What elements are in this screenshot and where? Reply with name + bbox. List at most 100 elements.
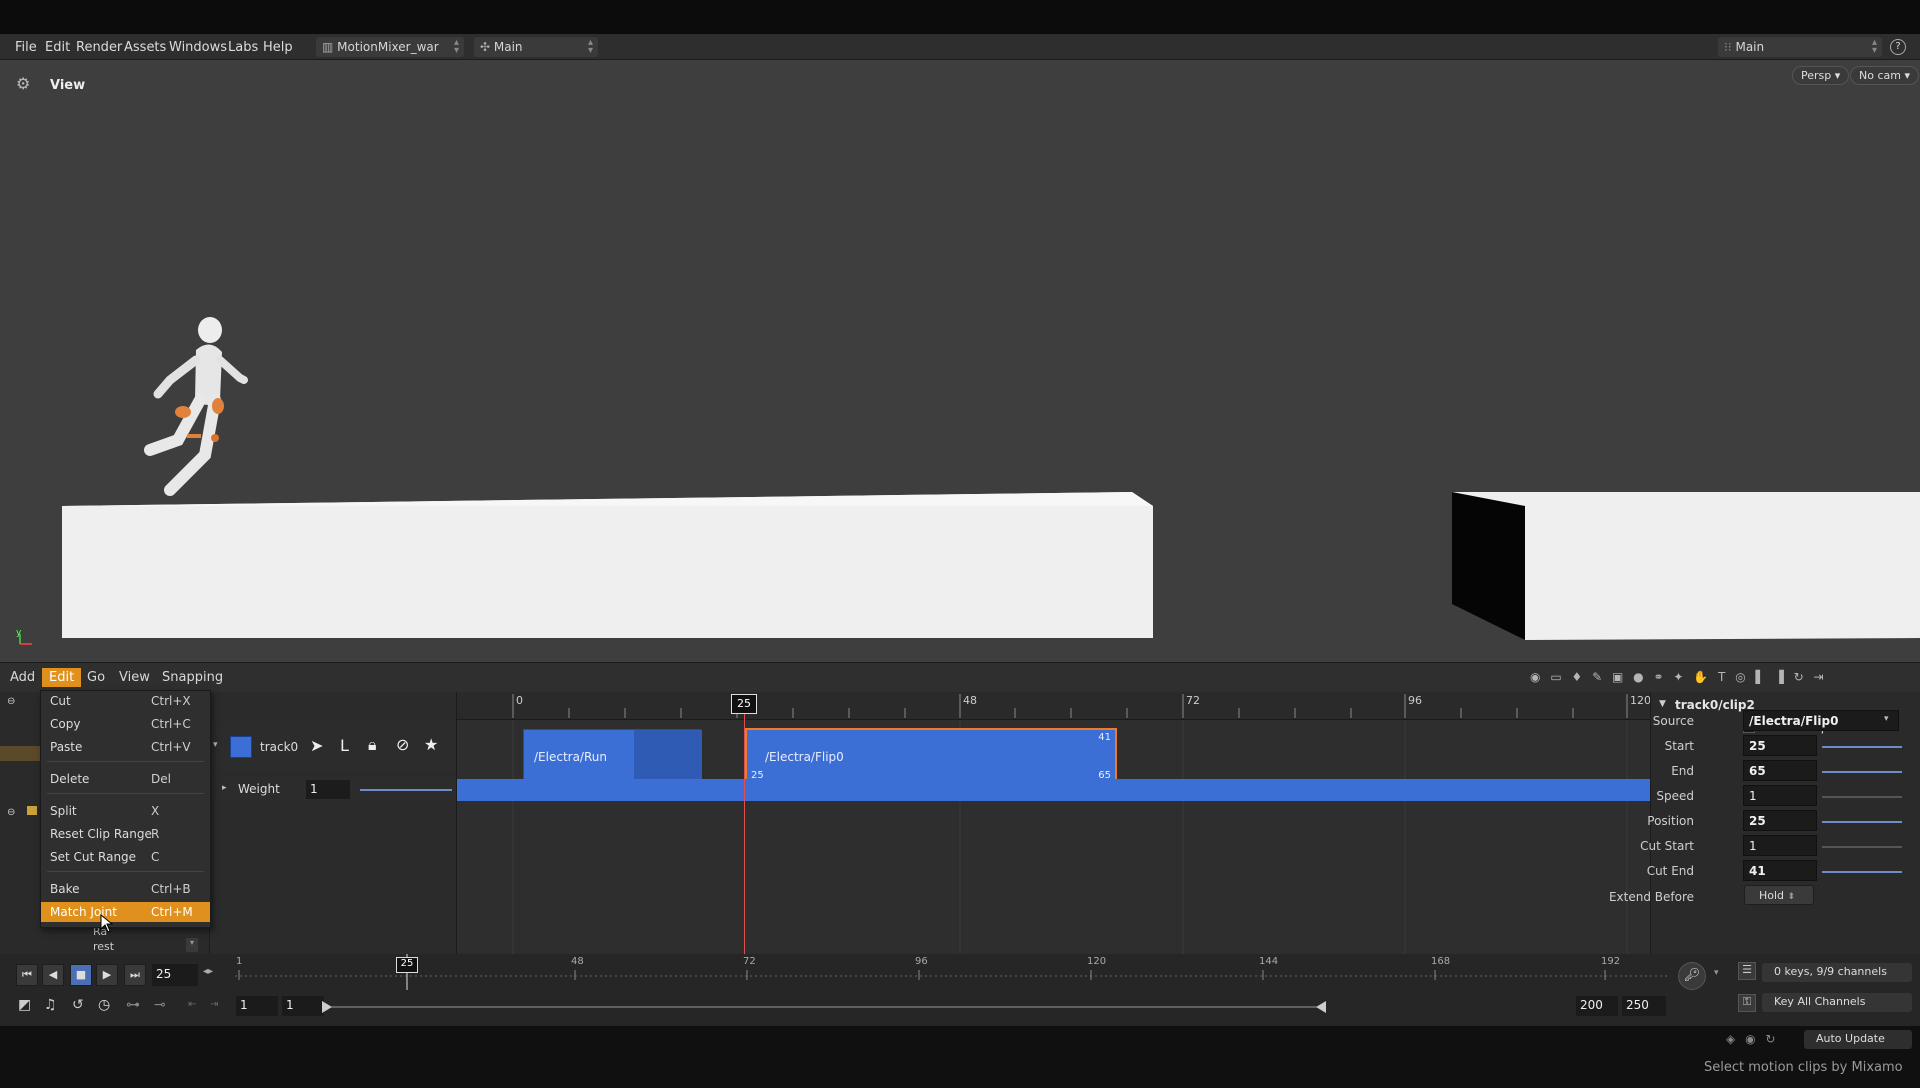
mixer-menu-add[interactable]: Add <box>10 670 35 685</box>
param-collapse-icon[interactable]: ▼ <box>1659 699 1666 709</box>
start-slider[interactable] <box>1822 746 1902 748</box>
menu-item-match-joint[interactable]: Match Joint Ctrl+M <box>41 902 210 922</box>
key-channels-icon[interactable]: ⚿ <box>1738 994 1756 1012</box>
end-field[interactable]: 65 <box>1743 760 1817 781</box>
menu-item-bake[interactable]: Bake Ctrl+B <box>41 879 210 899</box>
weight-slider[interactable] <box>360 789 452 791</box>
context-dropdown[interactable]: ✣ Main ▴ ▾ <box>474 37 598 57</box>
auto-update-dropdown[interactable]: Auto Update <box>1804 1030 1912 1049</box>
extend-before-dropdown[interactable]: Hold ⬍ <box>1744 885 1814 905</box>
clock-icon[interactable]: ◷ <box>98 997 110 1013</box>
weight-expand-icon[interactable]: ▸ <box>222 783 227 793</box>
lock-icon[interactable]: 🔒︎ <box>368 735 377 755</box>
clip-electra-flip0[interactable]: /Electra/Flip0 25 65 41 <box>745 728 1117 786</box>
menu-windows[interactable]: Windows <box>169 40 227 55</box>
menu-item-delete[interactable]: Delete Del <box>41 769 210 789</box>
menu-item-paste[interactable]: Paste Ctrl+V <box>41 737 210 757</box>
box-tool-icon[interactable]: ▣ <box>1612 670 1623 684</box>
menu-help[interactable]: Help <box>263 40 293 55</box>
note-tool-icon[interactable]: ✎ <box>1592 670 1602 684</box>
mute-icon[interactable]: ⊘ <box>396 735 409 754</box>
speed-field[interactable]: 1 <box>1743 785 1817 806</box>
playbar-frame-marker[interactable]: 25 <box>396 957 418 973</box>
range-icon[interactable]: ⊶ <box>126 997 140 1013</box>
weight-curve-bar[interactable] <box>457 779 1651 801</box>
pin-pane-icon[interactable]: ⇥ <box>1814 670 1824 684</box>
current-frame-field[interactable]: 25 <box>152 964 198 986</box>
range-start-field-2[interactable]: 1 <box>282 996 324 1016</box>
color-tool-icon[interactable]: ◎ <box>1735 670 1745 684</box>
playhead-line[interactable] <box>744 712 745 954</box>
tree-item[interactable]: rest <box>93 940 114 953</box>
cut-start-slider[interactable] <box>1822 846 1902 848</box>
tree-collapse-icon[interactable]: ⊖ <box>7 807 15 818</box>
right-context-dropdown[interactable]: ⁝⁝ Main ▴ ▾ <box>1718 37 1882 57</box>
track-color-swatch[interactable] <box>230 736 252 758</box>
jump-start-icon[interactable]: ⏮ <box>16 964 38 986</box>
weight-field[interactable]: 1 <box>306 780 350 799</box>
key-dropdown-icon[interactable]: ▾ <box>1714 968 1719 978</box>
hand-tool-icon[interactable]: ✋ <box>1693 670 1708 684</box>
menu-item-copy[interactable]: Copy Ctrl+C <box>41 714 210 734</box>
refresh-icon[interactable]: ↻ <box>1794 670 1804 684</box>
light-tool-icon[interactable]: ✦ <box>1673 670 1683 684</box>
mixer-menu-go[interactable]: Go <box>87 670 105 685</box>
range-end-field[interactable]: 200 <box>1576 996 1618 1016</box>
sphere-tool-icon[interactable]: ● <box>1633 670 1643 684</box>
keys-info-button[interactable]: 0 keys, 9/9 channels <box>1762 963 1912 982</box>
play-icon[interactable]: ▶ <box>96 964 118 986</box>
key-filter-icon[interactable]: ⊸ <box>154 997 166 1013</box>
position-slider[interactable] <box>1822 821 1902 823</box>
pin-tool-icon[interactable]: ♦ <box>1571 670 1582 684</box>
start-field[interactable]: 25 <box>1743 735 1817 756</box>
jump-end-icon[interactable]: ⏭ <box>124 964 146 986</box>
menu-item-cut[interactable]: Cut Ctrl+X <box>41 691 210 711</box>
speed-slider[interactable] <box>1822 796 1902 798</box>
ruler-tool-icon[interactable]: ▭ <box>1550 670 1561 684</box>
menu-file[interactable]: File <box>15 40 37 55</box>
link-tool-icon[interactable]: ⚭ <box>1653 670 1663 684</box>
cut-start-field[interactable]: 1 <box>1743 835 1817 856</box>
menu-item-reset-clip-range[interactable]: Reset Clip Range R <box>41 824 210 844</box>
desktop-dropdown[interactable]: ▥ MotionMixer_war ▴ ▾ <box>316 37 464 57</box>
panel-right-icon[interactable]: ▐ <box>1775 670 1784 684</box>
wireless-icon[interactable]: ◈ <box>1726 1032 1735 1046</box>
sync-icon[interactable]: ↻ <box>1765 1032 1775 1046</box>
text-tool-icon[interactable]: T <box>1718 670 1725 684</box>
source-field[interactable]: /Electra/Flip0 <box>1743 710 1899 731</box>
menu-labs[interactable]: Labs <box>228 40 258 55</box>
position-field[interactable]: 25 <box>1743 810 1817 831</box>
menu-render[interactable]: Render <box>76 40 122 55</box>
help-icon[interactable]: ? <box>1890 39 1906 55</box>
lock-L-icon[interactable]: L <box>340 736 349 755</box>
track-expand-icon[interactable]: ▾ <box>213 740 218 750</box>
mixer-menu-snapping[interactable]: Snapping <box>162 670 223 685</box>
favorite-star-icon[interactable]: ★ <box>424 735 438 754</box>
next-key-icon[interactable]: ⇥ <box>210 999 218 1010</box>
select-arrow-icon[interactable]: ➤ <box>310 736 323 755</box>
mixer-menu-edit[interactable]: Edit <box>42 668 82 687</box>
chat-icon[interactable]: ◉ <box>1745 1032 1755 1046</box>
range-end-field-2[interactable]: 250 <box>1622 996 1666 1016</box>
playbar-timeline[interactable] <box>235 954 1670 990</box>
cut-end-slider[interactable] <box>1822 871 1902 873</box>
cut-end-field[interactable]: 41 <box>1743 860 1817 881</box>
stop-icon[interactable]: ■ <box>70 964 92 986</box>
tree-scroll-down-icon[interactable]: ▾ <box>186 938 198 952</box>
end-slider[interactable] <box>1822 771 1902 773</box>
track-header[interactable]: ▾ track0 ➤ L 🔒︎ ⊘ ★ <box>210 722 456 772</box>
timeline-area[interactable]: 0 48 72 96 120 /Electra/Run /Electra/Fli… <box>456 692 1651 954</box>
clip-electra-run[interactable]: /Electra/Run <box>523 729 702 786</box>
mixer-menu-view[interactable]: View <box>119 670 150 685</box>
source-dropdown-icon[interactable]: ▾ <box>1884 714 1889 724</box>
playhead-frame[interactable]: 25 <box>731 694 757 714</box>
panel-left-icon[interactable]: ▌ <box>1756 670 1765 684</box>
frame-step-icon[interactable]: ◂▸ <box>203 966 213 977</box>
range-start-field[interactable]: 1 <box>236 996 278 1016</box>
menu-edit[interactable]: Edit <box>45 40 70 55</box>
menu-item-split[interactable]: Split X <box>41 801 210 821</box>
prev-key-icon[interactable]: ⇤ <box>188 999 196 1010</box>
key-tool-icon[interactable]: 🔑︎ <box>1678 962 1706 990</box>
realtime-toggle-icon[interactable]: ◩ <box>18 997 31 1013</box>
camera-tool-icon[interactable]: ◉ <box>1530 670 1540 684</box>
